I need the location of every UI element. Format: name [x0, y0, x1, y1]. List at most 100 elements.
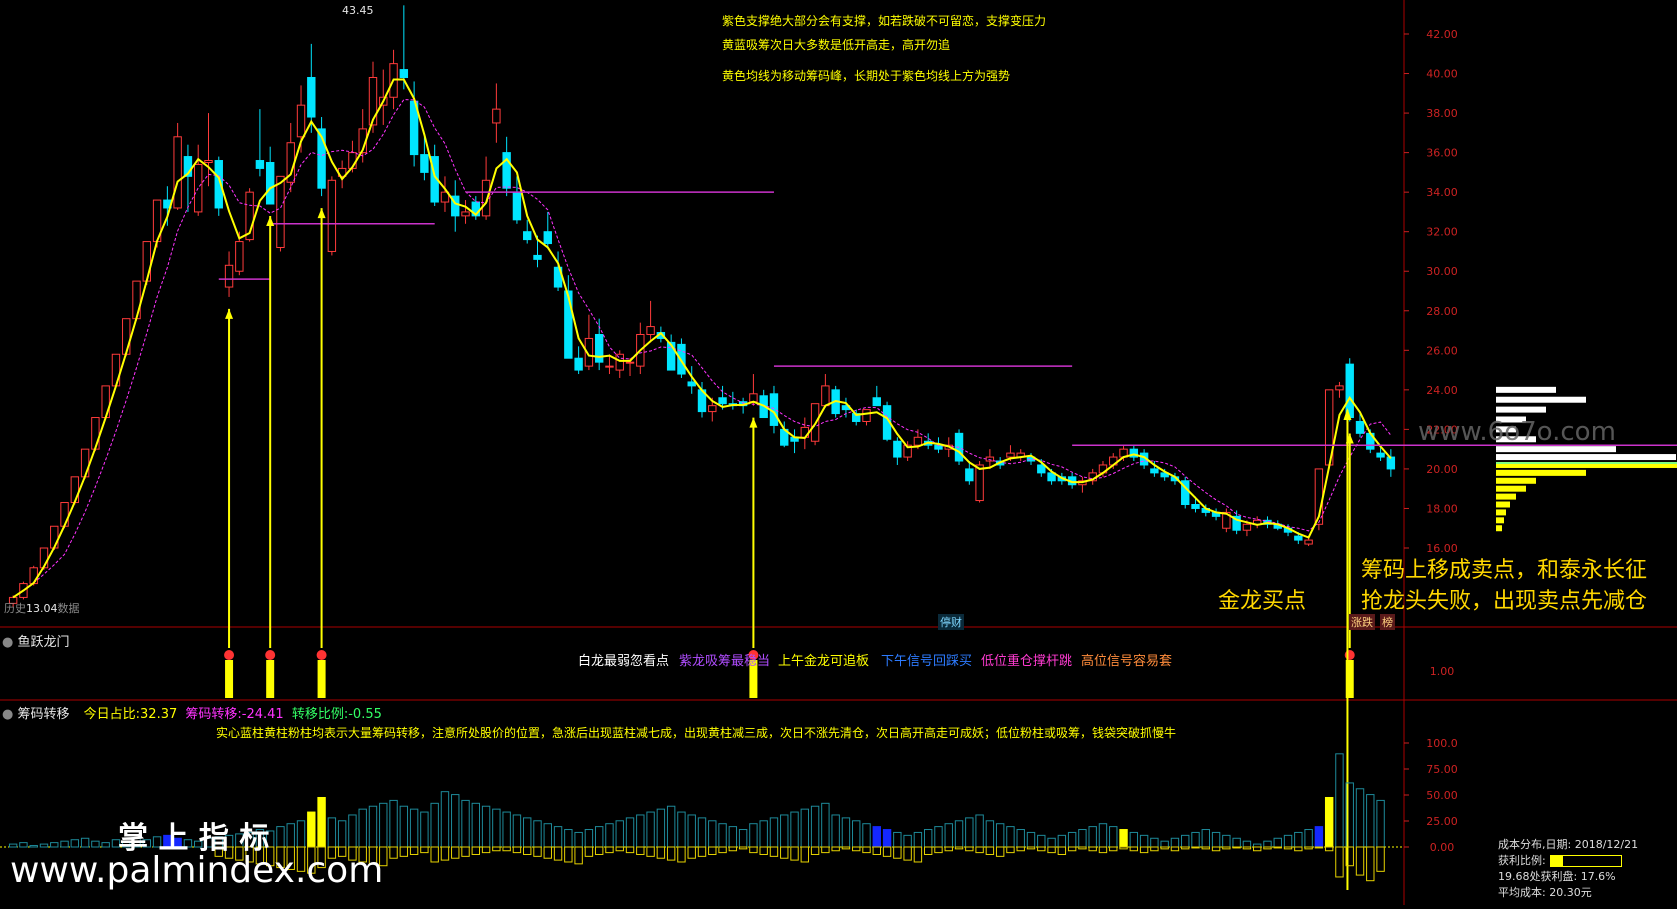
chip-bar-pos: [800, 808, 810, 848]
low-price-label: 历史13.04数据: [4, 600, 80, 616]
candle-body: [1304, 539, 1313, 545]
candle-body: [265, 162, 275, 205]
collapse-icon[interactable]: ●: [2, 635, 13, 650]
chip-bar-pos: [1283, 834, 1293, 848]
chip-bar-pos: [687, 814, 696, 848]
chip-bar-neg: [512, 846, 522, 854]
chip-bar-pos: [564, 829, 573, 848]
today-label: 今日占比:: [83, 707, 141, 722]
chip-bar-pos: [471, 802, 481, 848]
chip-bar-pos: [461, 799, 470, 848]
chip-bar-neg: [995, 846, 1005, 857]
chip-bar-neg: [1129, 846, 1139, 852]
chip-bar-pos: [420, 811, 429, 848]
chip-bar-pos: [1170, 837, 1180, 848]
chip-bar-pos: [1109, 826, 1118, 848]
chip-bar-neg: [1263, 846, 1272, 850]
candle-body: [718, 397, 727, 405]
chip-bar-pos: [451, 794, 460, 848]
chip-bar-pos: [728, 826, 738, 848]
indicator2-header[interactable]: ● 筹码转移 今日占比:32.37 筹码转移:-24.41 转移比例:-0.55: [2, 703, 382, 722]
candle-body: [872, 397, 881, 407]
signal-marker: [316, 650, 327, 660]
chip-bar-neg: [1078, 846, 1087, 850]
candle-body: [523, 231, 532, 241]
chip-bar-pos: [1129, 831, 1139, 848]
chip-bar-neg: [954, 846, 964, 850]
chip-bar-pos: [440, 791, 450, 848]
tag-bang: 榜: [1380, 614, 1395, 630]
chip-bar-pos: [80, 837, 90, 848]
legend-gold-dragon: 上午金龙可追板: [778, 654, 870, 669]
chip-bar-neg: [749, 846, 758, 854]
chip-bar-neg: [656, 846, 666, 859]
candle-body: [173, 136, 182, 209]
chip-bar-pos: [1037, 834, 1046, 848]
chip-bar-neg: [471, 846, 481, 855]
chip-bar-pos: [1160, 840, 1169, 848]
chip-bar-neg: [492, 846, 501, 852]
signal-arrow-head: [266, 216, 275, 227]
candle-body: [307, 76, 316, 118]
chip-bar-pos: [19, 842, 28, 848]
chip-bar-pos: [923, 829, 933, 848]
chip-bar-neg: [1304, 846, 1313, 850]
chip-bar-pos: [276, 826, 285, 848]
chip-bar-pos: [8, 843, 18, 848]
candle-body: [893, 440, 902, 458]
chip-bar-pos: [1026, 831, 1036, 848]
indicator1-header[interactable]: ● 鱼跃龙门: [2, 631, 70, 650]
chip-bar-neg: [564, 846, 573, 863]
chip-bar-pos: [1088, 826, 1097, 848]
legend-high-signal: 高位信号容易套: [1081, 654, 1173, 669]
chip-bar-neg: [718, 846, 727, 854]
chip-bar-pos: [1006, 826, 1015, 848]
y-axis-label: 38.00: [1426, 107, 1458, 120]
chip-bar-pos: [1314, 826, 1324, 848]
chip-bar-pos: [1057, 834, 1067, 848]
note-2: 黄蓝吸筹次日大多数是低开高走，高开勿追: [722, 38, 951, 52]
buy-point-annotation: 金龙买点: [1218, 589, 1307, 614]
chip-bar-pos: [481, 805, 491, 848]
collapse-icon-2[interactable]: ●: [2, 707, 13, 722]
candle-body: [821, 385, 830, 407]
stock-chart-svg[interactable]: 42.00 40.00 38.00 36.00 34.00 32.00 30.00 28.00…: [0, 0, 1677, 905]
chart-stage: 42.00 40.00 38.00 36.00 34.00 32.00 30.00 28.00…: [0, 0, 1677, 905]
candle-body: [749, 393, 758, 403]
chip-bar-pos: [1376, 799, 1385, 848]
signal-bar: [225, 660, 234, 698]
chip-bar-pos: [852, 820, 861, 848]
chip-bar-neg: [1294, 846, 1303, 852]
chip-bar-pos: [1191, 831, 1200, 848]
cost-profile-bar: [1496, 469, 1586, 476]
chip-bar-neg: [985, 846, 995, 855]
candle-body: [862, 409, 871, 422]
candle-body: [327, 179, 337, 252]
chip-bar-neg: [430, 846, 439, 863]
candle-body: [564, 290, 573, 359]
cost-title-row: 成本分布,日期: 2018/12/21: [1496, 837, 1677, 853]
chip-bar-pos: [327, 817, 337, 848]
chip-bar-neg: [944, 846, 953, 852]
chip-bar-pos: [543, 823, 552, 848]
candle-body: [605, 365, 614, 368]
ind2-axis-label: 50.00: [1426, 789, 1458, 802]
candle-body: [965, 468, 974, 482]
low-prefix: 历史: [4, 602, 26, 615]
chip-bar-pos: [790, 811, 799, 848]
chip-bar-pos: [1294, 831, 1303, 848]
chip-bar-neg: [553, 846, 563, 861]
cost-date: 2018/12/21: [1574, 838, 1639, 851]
low-value: 13.04: [26, 602, 58, 615]
chip-bar-pos: [502, 811, 511, 848]
chip-bar-neg: [841, 846, 851, 850]
candle-body: [122, 318, 131, 355]
chip-bar-neg: [1314, 846, 1324, 849]
candle-body: [481, 179, 491, 217]
chip-bar-neg: [666, 846, 676, 861]
chip-bar-pos: [872, 826, 881, 848]
chip-bar-pos: [50, 842, 59, 848]
profit-label: 获利比例:: [1498, 854, 1546, 867]
candle-body: [70, 476, 80, 504]
chip-bar-pos: [286, 823, 295, 848]
